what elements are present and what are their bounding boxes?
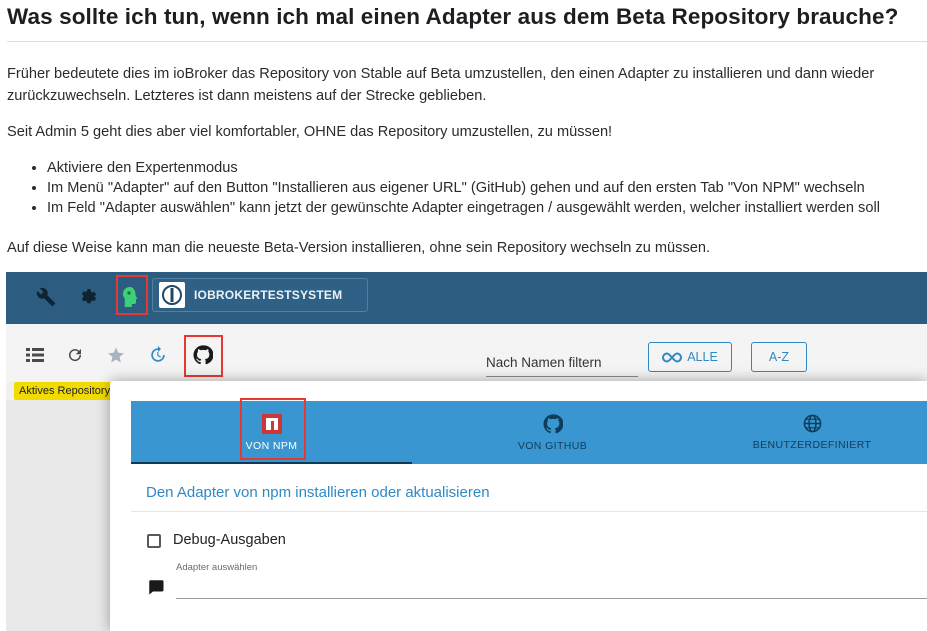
admin-top-bar: IOBROKERTESTSYSTEM <box>6 272 927 324</box>
wrench-icon[interactable] <box>34 285 58 309</box>
refresh-icon[interactable] <box>64 344 86 366</box>
tab-von-github[interactable]: VON GITHUB <box>412 401 693 464</box>
adapter-select-label: Adapter auswählen <box>176 562 258 573</box>
update-icon[interactable] <box>147 344 169 366</box>
all-button-label: ALLE <box>687 350 718 364</box>
npm-tab-highlight <box>240 398 306 460</box>
active-tab-indicator <box>131 462 412 464</box>
tab-label: BENUTZERDEFINIERT <box>752 439 872 451</box>
list-item: Im Menü "Adapter" auf den Button "Instal… <box>47 178 880 198</box>
settings-icon[interactable] <box>77 285 101 309</box>
paragraph-3: Auf diese Weise kann man die neueste Bet… <box>7 240 711 256</box>
tab-benutzerdefiniert[interactable]: BENUTZERDEFINIERT <box>693 401 927 464</box>
steps-list: Aktiviere den Expertenmodus Im Menü "Ada… <box>27 158 880 218</box>
debug-label: Debug-Ausgaben <box>173 532 286 548</box>
list-item: Im Feld "Adapter auswählen" kann jetzt d… <box>47 198 880 218</box>
expert-mode-highlight <box>116 275 148 315</box>
admin-screenshot: IOBROKERTESTSYSTEM Nach Namen filtern AL… <box>6 272 927 631</box>
globe-icon <box>803 414 822 433</box>
host-selector[interactable]: IOBROKERTESTSYSTEM <box>152 278 368 312</box>
sort-az-button[interactable]: A-Z <box>751 342 807 372</box>
iobroker-logo-icon <box>159 282 185 308</box>
paragraph-2: Seit Admin 5 geht dies aber viel komfort… <box>7 124 613 140</box>
list-item: Aktiviere den Expertenmodus <box>47 158 880 178</box>
dialog-divider <box>131 511 927 512</box>
left-pane <box>6 400 116 631</box>
article-title: Was sollte ich tun, wenn ich mal einen A… <box>7 4 899 29</box>
infinity-icon <box>662 351 683 363</box>
install-from-url-dialog: VON NPM VON GITHUB BENUTZERDEFINIERT Den… <box>110 381 927 631</box>
message-icon <box>147 578 165 596</box>
dialog-heading: Den Adapter von npm installieren oder ak… <box>146 484 490 501</box>
debug-checkbox[interactable] <box>147 534 161 548</box>
adapter-select-input[interactable] <box>176 598 927 599</box>
list-view-icon[interactable] <box>24 344 46 366</box>
github-icon <box>542 413 563 434</box>
tab-label: VON GITHUB <box>517 439 588 452</box>
github-button-highlight <box>184 335 223 377</box>
host-name: IOBROKERTESTSYSTEM <box>194 288 343 302</box>
active-repository-badge: Aktives Repository <box>14 382 124 400</box>
all-button[interactable]: ALLE <box>648 342 732 372</box>
filter-input[interactable]: Nach Namen filtern <box>486 354 638 377</box>
star-icon[interactable] <box>105 344 127 366</box>
paragraph-1-line-1: Früher bedeutete dies im ioBroker das Re… <box>7 66 875 82</box>
paragraph-1-line-2: zurückzuwechseln. Letzteres ist dann mei… <box>7 88 487 104</box>
title-divider <box>7 41 927 42</box>
